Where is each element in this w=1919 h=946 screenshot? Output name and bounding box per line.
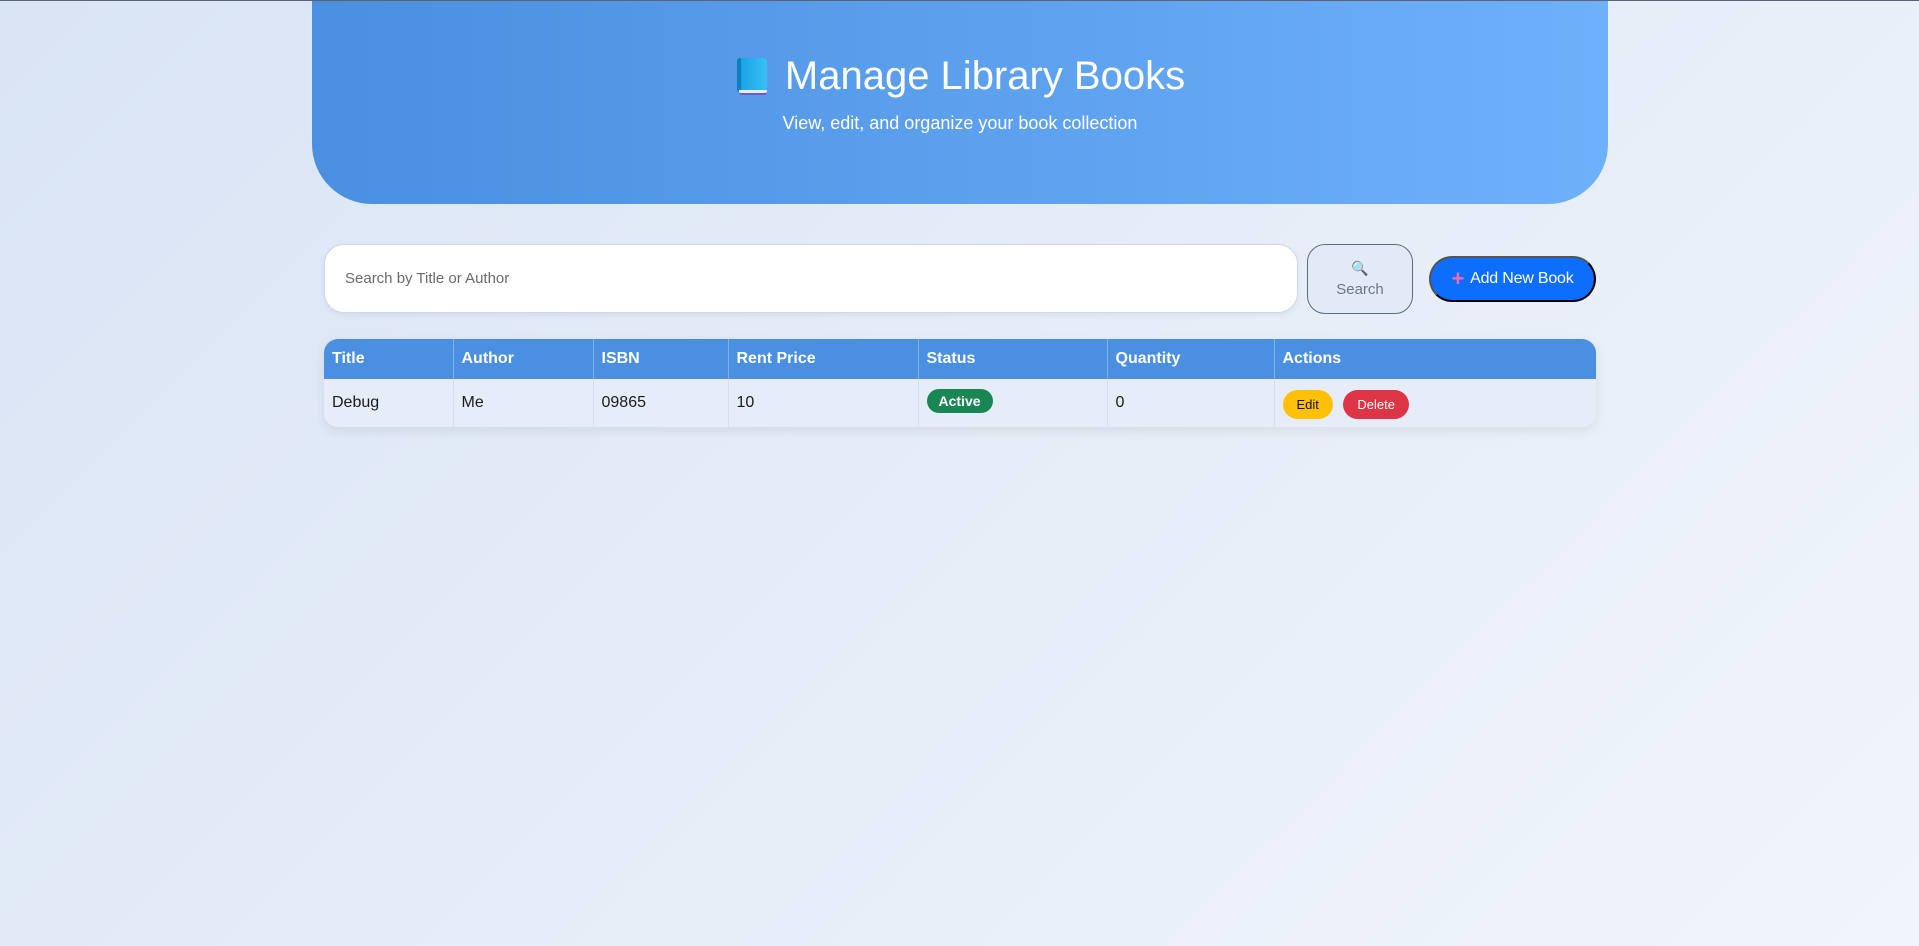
add-new-book-button[interactable]: + Add New Book [1429,256,1596,302]
cell-status: Active [918,379,1108,427]
book-icon [735,56,769,96]
delete-button[interactable]: Delete [1343,390,1409,419]
books-table: Title Author ISBN Rent Price Status Quan… [324,339,1596,427]
cell-actions: Edit Delete [1274,379,1596,427]
status-badge: Active [926,389,993,413]
search-input[interactable] [324,244,1298,313]
page-title: Manage Library Books [784,54,1186,98]
book-cover [736,58,767,92]
page-title-row: Manage Library Books [312,51,1608,101]
column-header-rent-price: Rent Price [728,339,919,379]
cell-rent-price: 10 [728,379,919,427]
books-table-container: Title Author ISBN Rent Price Status Quan… [324,339,1596,427]
add-new-book-label: Add New Book [1470,270,1574,287]
table-row: Debug Me 09865 10 Active 0 Edit Delete [324,379,1596,427]
column-header-actions: Actions [1274,339,1596,379]
page-subtitle: View, edit, and organize your book colle… [782,113,1138,133]
column-header-quantity: Quantity [1107,339,1275,379]
cell-quantity: 0 [1107,379,1275,427]
search-button[interactable]: 🔍 Search [1307,244,1413,314]
column-header-title: Title [324,339,454,379]
plus-icon: + [1451,266,1465,291]
book-pages [738,90,767,95]
page-header: Manage Library Books View, edit, and org… [312,1,1608,204]
cell-author: Me [453,379,594,427]
column-header-isbn: ISBN [593,339,729,379]
table-header-row: Title Author ISBN Rent Price Status Quan… [324,339,1596,379]
column-header-status: Status [918,339,1108,379]
edit-button[interactable]: Edit [1282,390,1333,419]
magnifier-icon: 🔍 [1351,259,1369,276]
search-button-label: Search [1336,280,1384,298]
cell-title: Debug [324,379,454,427]
cell-isbn: 09865 [593,379,729,427]
column-header-author: Author [453,339,594,379]
